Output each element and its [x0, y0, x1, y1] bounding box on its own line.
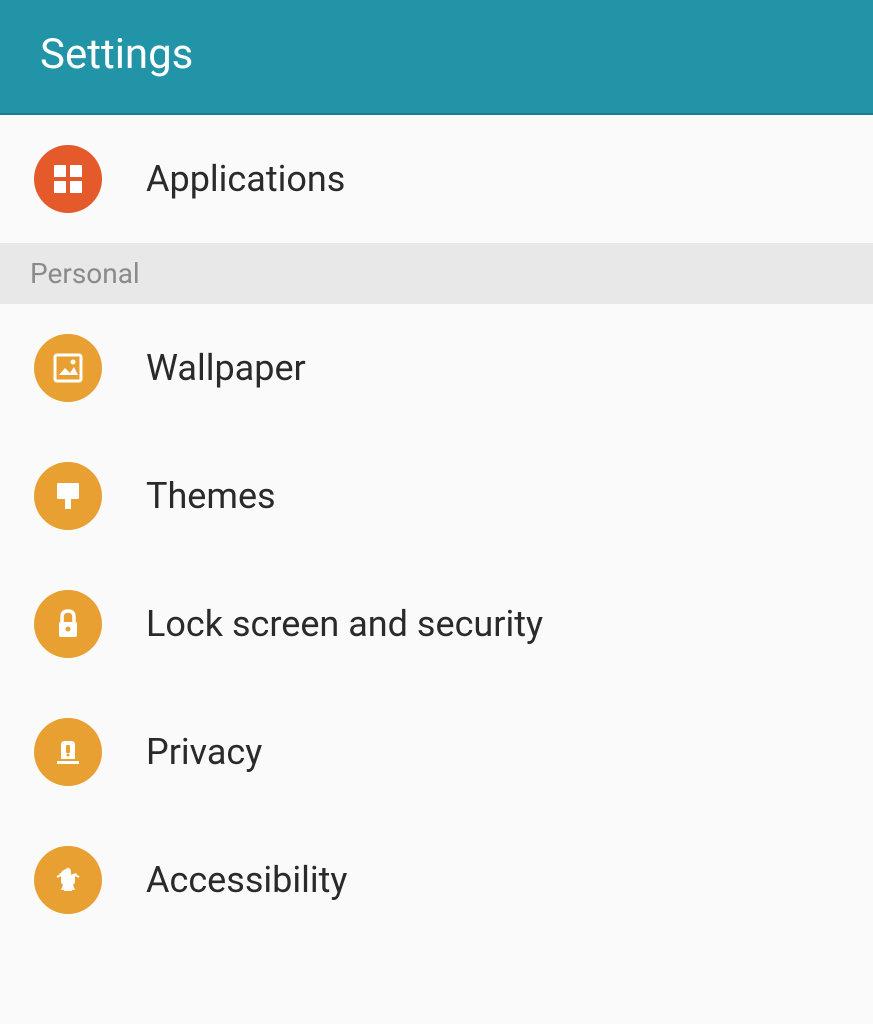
settings-item-accessibility[interactable]: Accessibility [0, 816, 873, 944]
page-title: Settings [40, 30, 833, 79]
settings-item-privacy[interactable]: Privacy [0, 688, 873, 816]
settings-item-lock-screen[interactable]: Lock screen and security [0, 560, 873, 688]
accessibility-label: Accessibility [146, 859, 347, 901]
themes-label: Themes [146, 475, 276, 517]
applications-label: Applications [146, 158, 345, 200]
settings-item-themes[interactable]: Themes [0, 432, 873, 560]
privacy-icon [34, 718, 102, 786]
wallpaper-label: Wallpaper [146, 347, 306, 389]
wallpaper-icon [34, 334, 102, 402]
lock-icon [34, 590, 102, 658]
settings-item-wallpaper[interactable]: Wallpaper [0, 304, 873, 432]
accessibility-icon [34, 846, 102, 914]
settings-header: Settings [0, 0, 873, 115]
lock-screen-label: Lock screen and security [146, 603, 543, 645]
privacy-label: Privacy [146, 731, 262, 773]
section-personal: Personal [0, 243, 873, 304]
settings-item-applications[interactable]: Applications [0, 115, 873, 243]
applications-icon [34, 145, 102, 213]
themes-icon [34, 462, 102, 530]
